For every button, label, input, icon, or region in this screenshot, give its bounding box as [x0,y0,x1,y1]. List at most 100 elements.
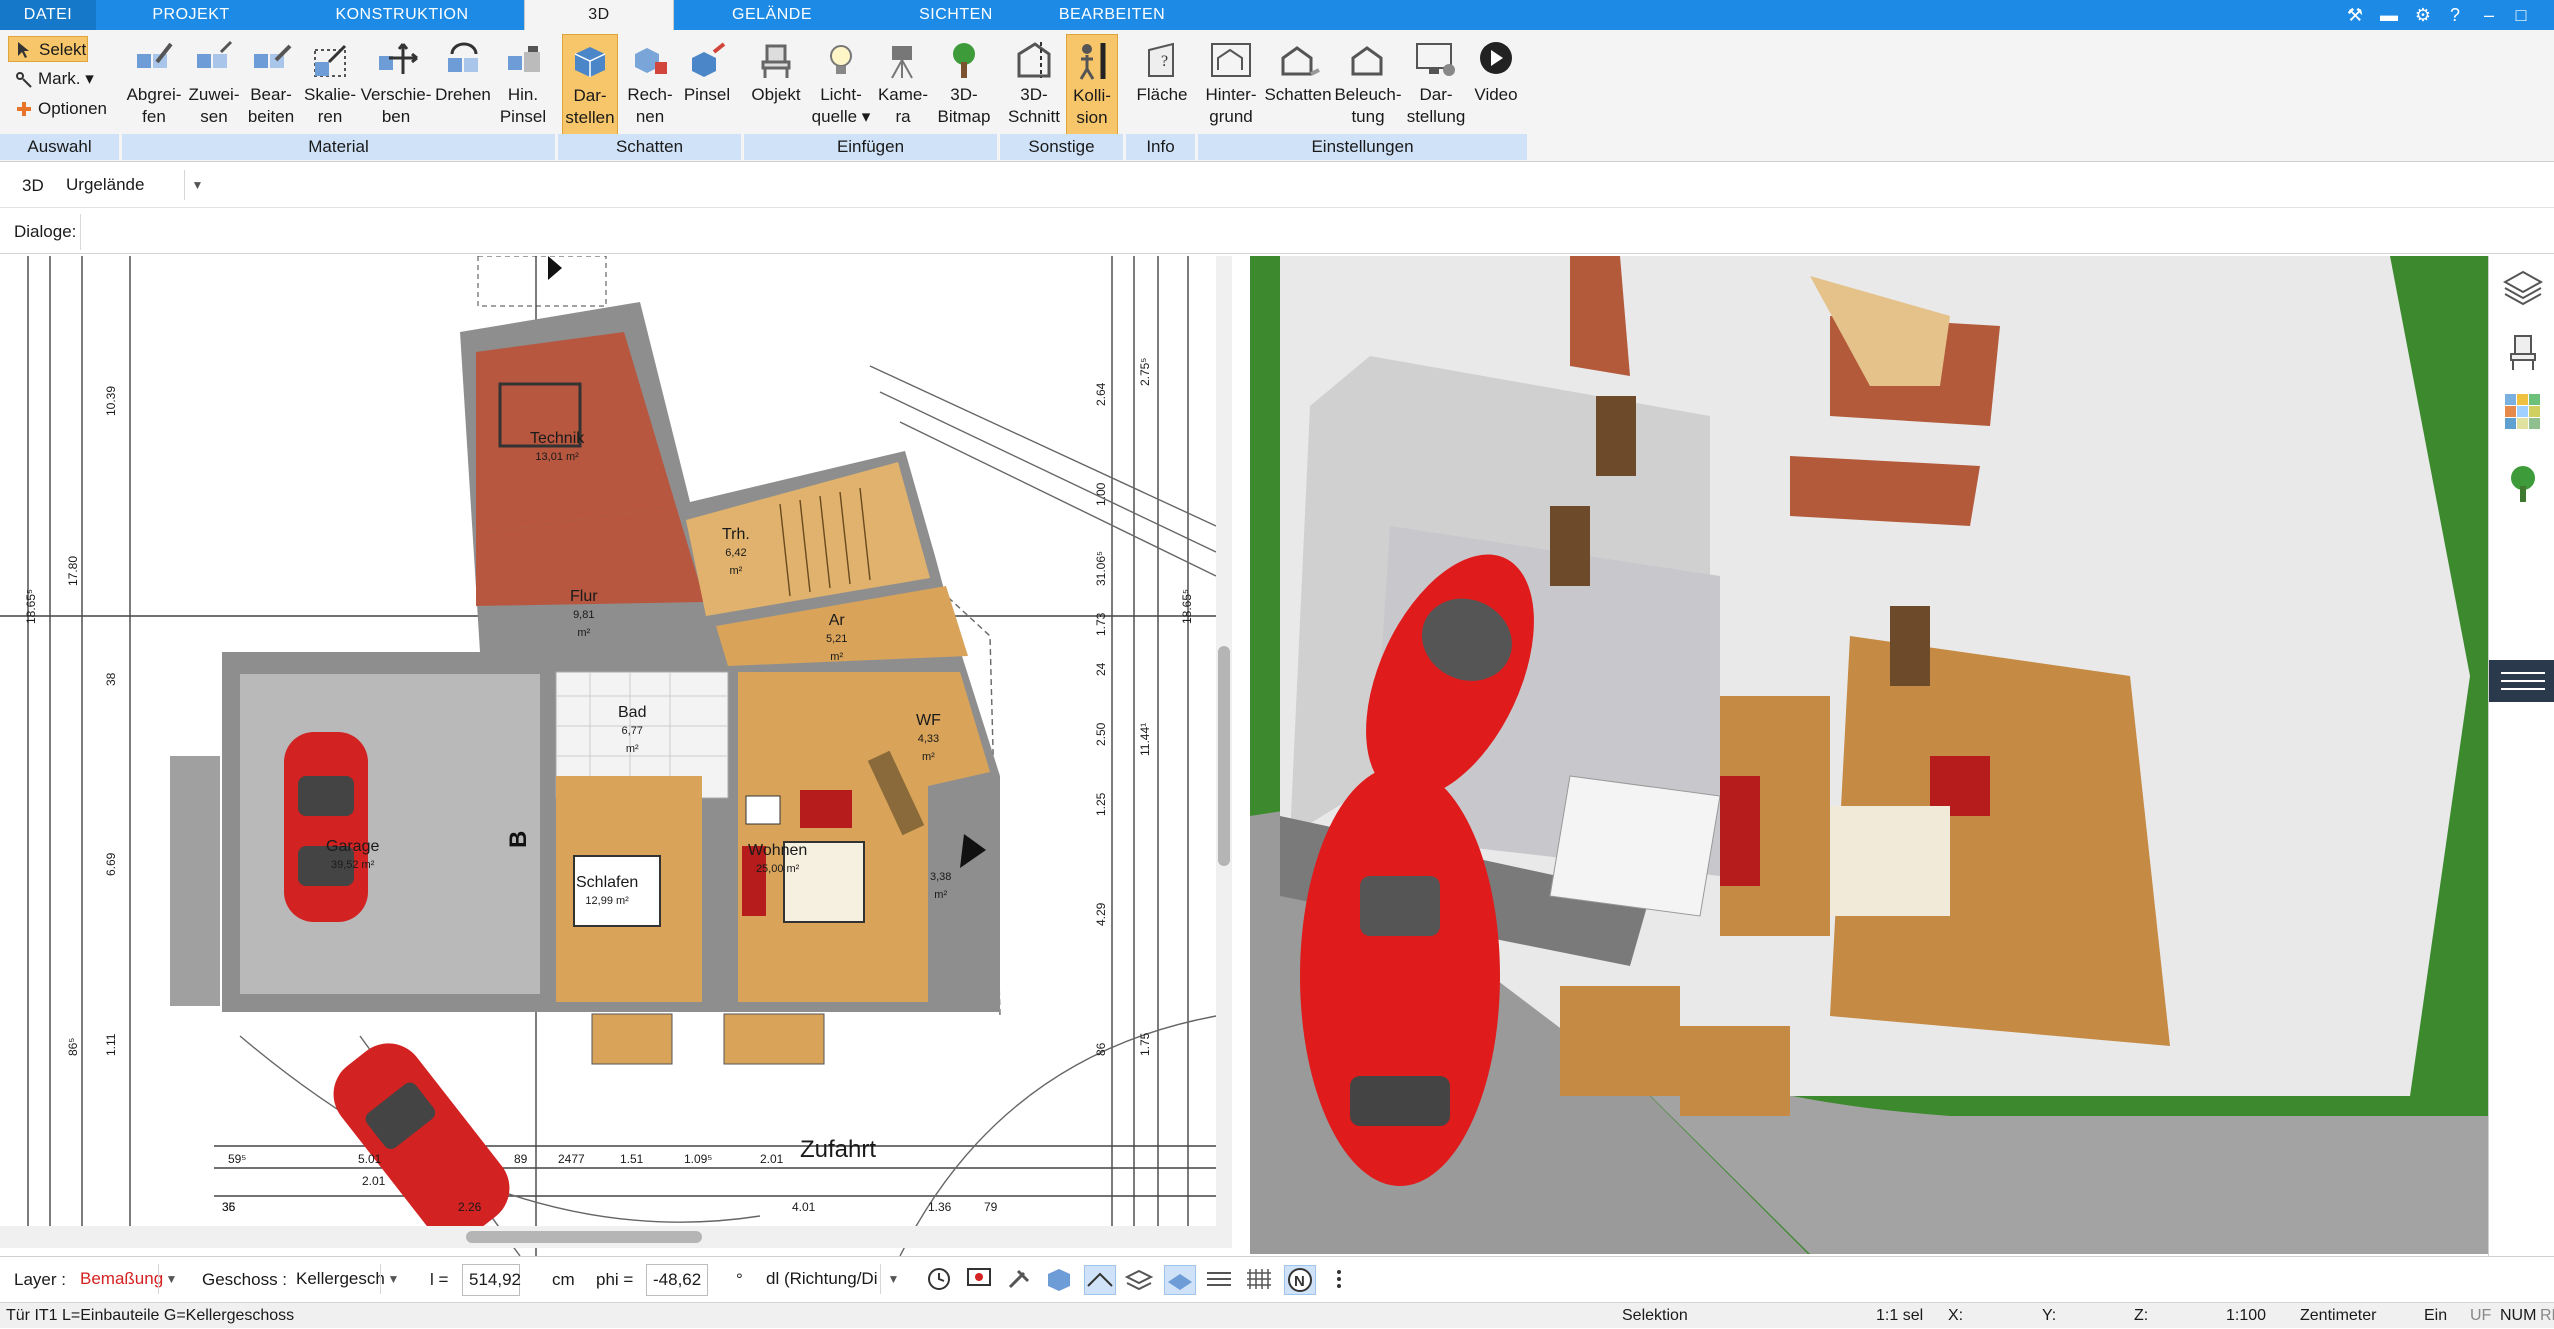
scroll-thumb[interactable] [1218,646,1230,866]
room-name: Ar [828,612,845,629]
room-area: 6,77 m² [621,725,643,755]
room-name: Technik [530,430,585,447]
tab-sichten[interactable]: SICHTEN [870,0,1042,30]
select-button[interactable]: Selekt [8,36,88,62]
options-button[interactable]: Optionen [8,96,108,122]
schatten-button[interactable]: Schatten [1262,34,1334,138]
tools-icon[interactable]: ⚒ [2340,0,2370,30]
3d-view[interactable] [1250,256,2488,1254]
room-area: 25,00 m² [755,863,800,875]
3d-render[interactable] [1250,256,2488,1254]
length-input[interactable]: 514,92 [462,1264,521,1296]
tab-konstruktion[interactable]: KONSTRUKTION [286,0,518,30]
ribbon: Selekt Mark. ▾ Optionen Auswahl Abgrei-f… [0,30,2554,162]
mark-button[interactable]: Mark. ▾ [8,66,98,92]
darstellung-button[interactable]: Dar-stellung [1404,34,1468,138]
bearbeiten-button[interactable]: Bear-beiten [242,34,300,138]
dimension-text: 4.01 [792,1200,816,1214]
dimension-text: 31.06⁵ [1094,550,1108,586]
layer-select[interactable]: Bemaßung ▼ [70,1264,184,1296]
scroll-thumb[interactable] [466,1231,702,1243]
dimension-text: 10.39 [104,385,118,416]
scale-icon [314,44,347,77]
tools-icon[interactable] [1004,1265,1036,1295]
tree-icon[interactable] [2503,462,2543,506]
floor-plan-view[interactable]: B Technik 13,01 m² Trh. 6,42 m² Flur 9,81 m² A… [0,256,1232,1256]
floor-plan-canvas[interactable]: B [0,256,1232,1256]
assign-icon [197,40,233,68]
terrain-select[interactable]: Urgelände ▼ [56,170,210,202]
monitor-icon[interactable] [964,1265,996,1295]
dimension-text: 24 [1094,662,1108,676]
maximize-icon[interactable]: □ [2506,0,2536,30]
brush-icon [508,46,540,72]
3d-schnitt-button[interactable]: 3D- Schnitt [1002,34,1066,138]
folder-icon[interactable]: ▬ [2374,0,2404,30]
cursor-icon [18,42,29,58]
section-mark: B [505,831,532,848]
hintergrund-button[interactable]: Hinter-grund [1200,34,1262,138]
beleuchtung-button[interactable]: Beleuch-tung [1334,34,1402,138]
north-icon[interactable]: N [1284,1265,1316,1295]
collision-person-icon [1079,43,1106,80]
minimize-icon[interactable]: – [2474,0,2504,30]
more-icon[interactable] [1324,1265,1356,1295]
objekt-button[interactable]: Objekt [748,34,804,138]
car-icon [284,732,368,922]
plan-vertical-scrollbar[interactable] [1216,256,1232,1226]
direction-select[interactable]: dl (Richtung/Di ▼ [756,1264,906,1296]
plan-horizontal-scrollbar[interactable] [0,1226,1232,1248]
angle-input[interactable]: -48,62 [646,1264,708,1296]
kollision-button[interactable]: Kolli-sion [1066,34,1118,138]
darstellen-button[interactable]: Dar-stellen [562,34,618,138]
chair-icon [761,44,791,78]
cube-icon[interactable] [1044,1265,1076,1295]
dimension-text: 1.09⁵ [684,1152,713,1166]
grid-icon[interactable] [1244,1265,1276,1295]
skalieren-button[interactable]: Skalie-ren [300,34,360,138]
rechnen-button[interactable]: Rech-nen [622,34,678,138]
status-rf: RF [2540,1307,2554,1324]
chair-icon[interactable] [2503,332,2543,372]
video-button[interactable]: Video [1468,34,1524,138]
cube-calc-icon [635,48,667,74]
3d-bitmap-button[interactable]: 3D- Bitmap [934,34,994,138]
mark-icon [16,72,32,88]
clock-icon[interactable] [924,1265,956,1295]
materials-icon[interactable] [2503,392,2543,432]
cube-brush-icon [692,42,726,77]
layers-icon[interactable] [2503,268,2543,308]
gear-icon[interactable]: ⚙ [2408,0,2438,30]
verschieben-button[interactable]: Verschie-ben [360,34,432,138]
dimension-text: 2477 [558,1152,585,1166]
tab-bearbeiten[interactable]: BEARBEITEN [1042,0,1182,30]
flaeche-button[interactable]: ? Fläche [1128,34,1196,138]
pinsel-button[interactable]: Pinsel [680,34,734,138]
grid-lines-icon[interactable] [1204,1265,1236,1295]
room-area: 6,42 m² [725,547,747,577]
plane-icon[interactable] [1164,1265,1196,1295]
edit-material-icon [254,44,292,68]
background-house-icon [1211,43,1251,77]
area-info-icon: ? [1148,42,1174,77]
tab-gelaende[interactable]: GELÄNDE [674,0,870,30]
group-auswahl-label: Auswahl [0,134,120,160]
tab-3d[interactable]: 3D [524,0,674,30]
layers-icon[interactable] [1124,1265,1156,1295]
panel-toggle-button[interactable] [2489,660,2554,702]
floor-select[interactable]: Kellergesch ▼ [286,1264,406,1296]
abgreifen-button[interactable]: Abgrei-fen [122,34,186,138]
kamera-button[interactable]: Kame-ra [874,34,932,138]
room-label: Technik 13,01 m² [530,430,584,466]
room-area: 4,33 m² [917,733,940,763]
lichtquelle-button[interactable]: Licht-quelle ▾ [810,34,872,138]
drehen-button[interactable]: Drehen [432,34,494,138]
hin-pinsel-button[interactable]: Hin. Pinsel [494,34,552,138]
roof-icon[interactable] [1084,1265,1116,1295]
tab-projekt[interactable]: PROJEKT [96,0,286,30]
shadow-house-icon [1281,46,1320,76]
zuweisen-button[interactable]: Zuwei-sen [186,34,242,138]
room-area: 9,81 m² [573,609,595,639]
tab-datei[interactable]: DATEI [0,0,96,30]
help-icon[interactable]: ? [2440,0,2470,30]
